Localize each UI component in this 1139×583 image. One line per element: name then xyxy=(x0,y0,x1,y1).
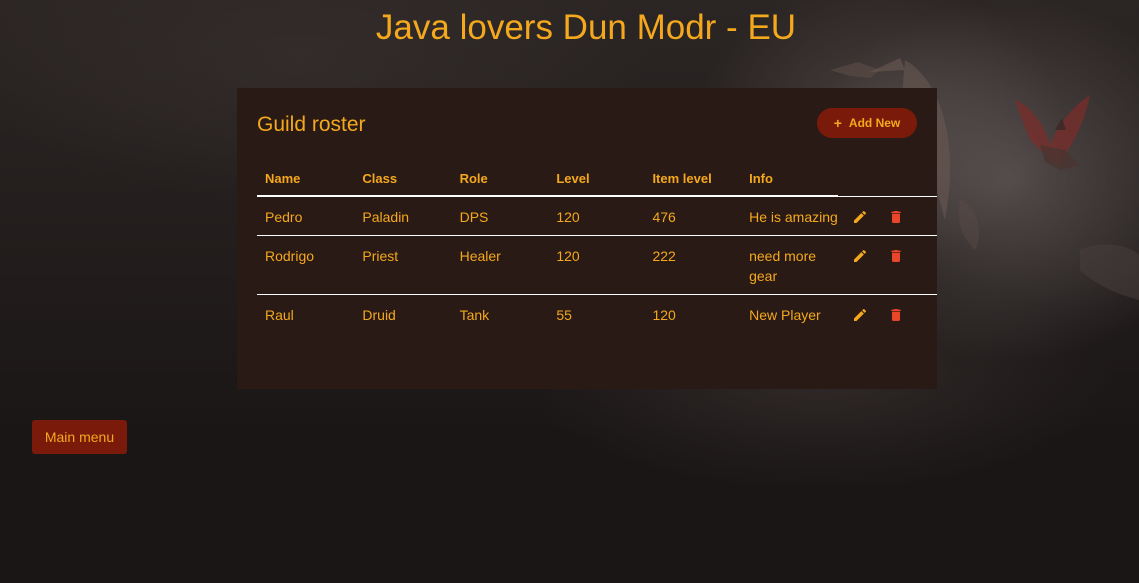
cell-item-level: 120 xyxy=(652,307,676,323)
cell-name: Rodrigo xyxy=(257,235,355,295)
column-header-actions xyxy=(837,162,937,197)
roster-title: Guild roster xyxy=(257,113,366,136)
plus-icon: + xyxy=(833,115,842,131)
cell-class: Paladin xyxy=(354,196,452,236)
cell-item-level: 222 xyxy=(644,235,742,295)
table-row: Raul Druid Tank 55 120 New Player xyxy=(257,295,937,334)
pencil-icon[interactable] xyxy=(852,248,868,264)
main-menu-button[interactable]: Main menu xyxy=(32,420,127,454)
cell-class: Priest xyxy=(354,235,452,295)
add-new-label: Add New xyxy=(848,116,901,130)
table-row: Pedro Paladin DPS 120 476 He is amazing xyxy=(257,196,937,236)
column-header-class: Class xyxy=(354,162,452,197)
guild-roster-card: Guild roster + Add New Name Class Role L… xyxy=(237,88,937,389)
cell-name: Pedro xyxy=(257,196,355,236)
column-header-level: Level xyxy=(548,162,645,197)
cell-role: Healer xyxy=(451,235,549,295)
cell-info: New Player xyxy=(749,307,821,323)
add-new-button[interactable]: + Add New xyxy=(817,108,917,138)
page-title: Java lovers Dun Modr - EU xyxy=(375,8,797,47)
column-header-role: Role xyxy=(451,162,549,197)
table-header-row: Name Class Role Level Item level Info xyxy=(257,162,937,197)
cell-class: Druid xyxy=(362,307,396,323)
cell-actions xyxy=(838,295,937,334)
cell-name: Raul xyxy=(265,307,294,323)
trash-icon[interactable] xyxy=(888,248,904,264)
column-header-item-level: Item level xyxy=(644,162,742,197)
cell-actions xyxy=(837,235,937,295)
cell-item-level: 476 xyxy=(644,196,742,236)
trash-icon[interactable] xyxy=(888,209,904,225)
cell-role: DPS xyxy=(451,196,549,236)
table-row: Rodrigo Priest Healer 120 222 need more … xyxy=(257,235,937,295)
pencil-icon[interactable] xyxy=(852,307,868,323)
cell-info: need more gear xyxy=(741,235,838,295)
cell-actions xyxy=(837,196,937,236)
trash-icon[interactable] xyxy=(888,307,904,323)
cell-role: Tank xyxy=(459,307,490,323)
column-header-name: Name xyxy=(257,162,355,197)
roster-table: Name Class Role Level Item level Info Pe… xyxy=(257,162,937,334)
cell-info: He is amazing xyxy=(741,196,838,236)
pencil-icon[interactable] xyxy=(852,209,868,225)
cell-level: 120 xyxy=(548,196,645,236)
cell-level: 55 xyxy=(556,307,572,323)
cell-level: 120 xyxy=(548,235,645,295)
column-header-info: Info xyxy=(741,162,838,197)
